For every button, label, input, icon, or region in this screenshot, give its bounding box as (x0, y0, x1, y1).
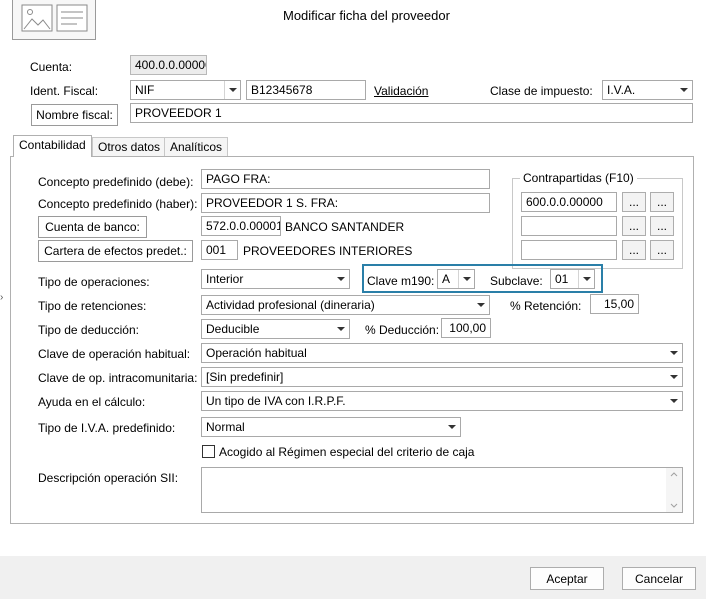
tipo-operaciones-select[interactable]: Interior (201, 269, 350, 289)
chevron-down-icon[interactable] (458, 270, 474, 288)
tipo-deduccion-select[interactable]: Deducible (201, 319, 350, 339)
cartera-efectos-name: PROVEEDORES INTERIORES (243, 244, 413, 258)
tipo-deduccion-value: Deducible (206, 322, 260, 336)
concepto-debe-input[interactable]: PAGO FRA: (201, 169, 490, 189)
contrapartida-browse-button-3b[interactable]: ... (650, 240, 674, 260)
ayuda-calculo-label: Ayuda en el cálculo: (38, 395, 146, 409)
contrapartida-browse-button-1a[interactable]: ... (622, 192, 646, 212)
aceptar-button[interactable]: Aceptar (530, 567, 604, 590)
descripcion-sii-label: Descripción operación SII: (38, 471, 179, 485)
chevron-down-icon[interactable] (666, 368, 682, 386)
chevron-down-icon[interactable] (333, 320, 349, 338)
tipo-operaciones-value: Interior (206, 272, 244, 286)
clave-intra-select[interactable]: [Sin predefinir] (201, 367, 683, 387)
chevron-down-icon[interactable] (444, 418, 460, 436)
contrapartida-browse-button-2b[interactable]: ... (650, 216, 674, 236)
chevron-down-icon[interactable] (333, 270, 349, 288)
tipo-operaciones-label: Tipo de operaciones: (38, 275, 150, 289)
contrapartida-input-2[interactable] (521, 216, 617, 236)
retencion-input[interactable]: 15,00 (590, 294, 639, 314)
tipo-iva-select[interactable]: Normal (201, 417, 461, 437)
clave-m190-label: Clave m190: (367, 274, 435, 288)
clave-operacion-label: Clave de operación habitual: (38, 347, 191, 361)
textarea-scrollbar[interactable] (666, 468, 682, 512)
scroll-up-icon (670, 472, 678, 477)
tipo-retenciones-value: Actividad profesional (dineraria) (206, 298, 375, 312)
clave-m190-select[interactable]: A (437, 269, 475, 289)
cuenta-banco-input[interactable]: 572.0.0.00001 (201, 216, 281, 236)
cartera-efectos-input[interactable]: 001 (201, 240, 238, 260)
clave-m190-value: A (442, 272, 451, 286)
contrapartida-input-1[interactable]: 600.0.0.00000 (521, 192, 617, 212)
clave-operacion-value: Operación habitual (206, 346, 307, 360)
contrapartida-browse-button-2a[interactable]: ... (622, 216, 646, 236)
tipo-retenciones-select[interactable]: Actividad profesional (dineraria) (201, 295, 490, 315)
tab-contabilidad[interactable]: Contabilidad (13, 135, 92, 157)
chevron-down-icon[interactable] (473, 296, 489, 314)
concepto-haber-input[interactable]: PROVEEDOR 1 S. FRA: (201, 193, 490, 213)
subclave-select[interactable]: 01 (550, 269, 595, 289)
ayuda-calculo-select[interactable]: Un tipo de IVA con I.R.P.F. (201, 391, 683, 411)
deduccion-label: % Deducción: (365, 323, 440, 337)
acogido-label: Acogido al Régimen especial del criterio… (219, 445, 475, 459)
ayuda-calculo-value: Un tipo de IVA con I.R.P.F. (206, 394, 346, 408)
retencion-label: % Retención: (510, 299, 582, 313)
contrapartida-browse-button-3a[interactable]: ... (622, 240, 646, 260)
concepto-haber-label: Concepto predefinido (haber): (38, 197, 198, 211)
contrapartida-input-3[interactable] (521, 240, 617, 260)
acogido-checkbox[interactable] (202, 445, 215, 458)
clave-operacion-select[interactable]: Operación habitual (201, 343, 683, 363)
contrapartida-browse-button-1b[interactable]: ... (650, 192, 674, 212)
subclave-value: 01 (555, 272, 569, 286)
cuenta-banco-name: BANCO SANTANDER (285, 220, 405, 234)
descripcion-sii-textarea[interactable] (201, 467, 683, 513)
chevron-down-icon[interactable] (666, 392, 682, 410)
cartera-efectos-button[interactable]: Cartera de efectos predet.: (38, 240, 193, 262)
cancelar-button[interactable]: Cancelar (622, 567, 696, 590)
contrapartidas-title: Contrapartidas (F10) (520, 171, 637, 185)
concepto-debe-label: Concepto predefinido (debe): (38, 175, 194, 189)
cuenta-banco-button[interactable]: Cuenta de banco: (38, 216, 147, 238)
deduccion-input[interactable]: 100,00 (441, 318, 491, 338)
subclave-label: Subclave: (490, 274, 543, 288)
tipo-iva-label: Tipo de I.V.A. predefinido: (38, 421, 176, 435)
clave-intra-value: [Sin predefinir] (206, 370, 284, 384)
scroll-down-icon (670, 503, 678, 508)
tipo-deduccion-label: Tipo de deducción: (38, 323, 139, 337)
chevron-down-icon[interactable] (666, 344, 682, 362)
clave-intra-label: Clave de op. intracomunitaria: (38, 371, 198, 385)
chevron-down-icon[interactable] (578, 270, 594, 288)
tipo-retenciones-label: Tipo de retenciones: (38, 299, 147, 313)
tipo-iva-value: Normal (206, 420, 245, 434)
